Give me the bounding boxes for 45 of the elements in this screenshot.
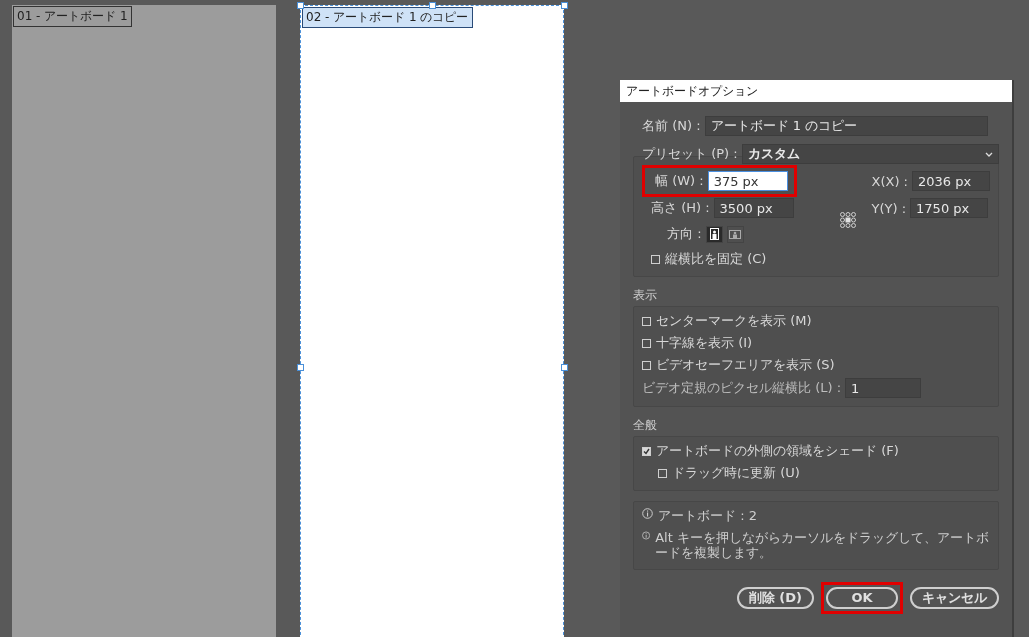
resize-handle[interactable] [561,364,568,372]
preset-dropdown[interactable]: カスタム [741,144,999,164]
input-field[interactable]: 375 px [707,171,788,191]
field-label: Y(Y) : [871,200,907,216]
input-field[interactable]: 2036 px [912,171,990,191]
checkbox-label: ドラッグ時に更新 (U) [672,464,800,482]
checkbox-label: 十字線を表示 (I) [656,334,753,352]
info-icon [642,529,651,541]
field-label: プリセット (P) : [642,145,738,163]
section-heading: 全般 [633,417,658,434]
reference-point-icon[interactable] [839,211,856,228]
artboard-label: 01 - アートボード 1 [13,6,132,27]
checkbox[interactable] [642,446,651,456]
dialog-button[interactable]: 削除 (D) [736,586,814,609]
artboard-label: 02 - アートボード 1 のコピー [302,7,473,28]
resize-handle[interactable] [297,364,304,372]
dialog-button[interactable]: OK [826,586,898,609]
chevron-icon [985,151,993,157]
checkbox-label: 縦横比を固定 (C) [665,250,767,268]
field-label: 幅 (W) : [655,172,704,190]
input-field[interactable]: 3500 px [713,198,794,218]
field-label: 高さ (H) : [651,199,710,217]
checkbox-label: センターマークを表示 (M) [656,312,812,330]
artboard[interactable]: 02 - アートボード 1 のコピー [300,5,564,637]
input-field[interactable]: 1 [845,378,922,398]
info-icon [642,508,653,519]
info-text: アートボード : 2 [658,508,757,524]
field-label: X(X) : [871,173,908,189]
dialog-button[interactable]: キャンセル [910,586,999,609]
checkbox-label: アートボードの外側の領域をシェード (F) [656,442,899,460]
resize-handle[interactable] [429,2,436,9]
field-label: 方向 : [667,225,702,243]
section-heading: 表示 [633,287,658,304]
landscape-orientation-icon[interactable] [726,225,744,243]
field-label: ビデオ定規のピクセル縦横比 (L) : [642,379,842,397]
input-field[interactable]: アートボード 1 のコピー [704,116,988,136]
input-field[interactable]: 1750 px [910,198,989,218]
field-label: 名前 (N) : [642,117,701,135]
resize-handle[interactable] [561,2,568,9]
info-text: Alt キーを押しながらカーソルをドラッグして、アートボードを複製します。 [655,529,990,561]
resize-handle[interactable] [297,2,304,9]
checkbox-label: ビデオセーフエリアを表示 (S) [656,356,835,374]
window-title: アートボードオプション [620,80,1012,102]
artboard[interactable]: 01 - アートボード 1 [12,5,276,637]
portrait-orientation-icon[interactable] [705,225,723,243]
